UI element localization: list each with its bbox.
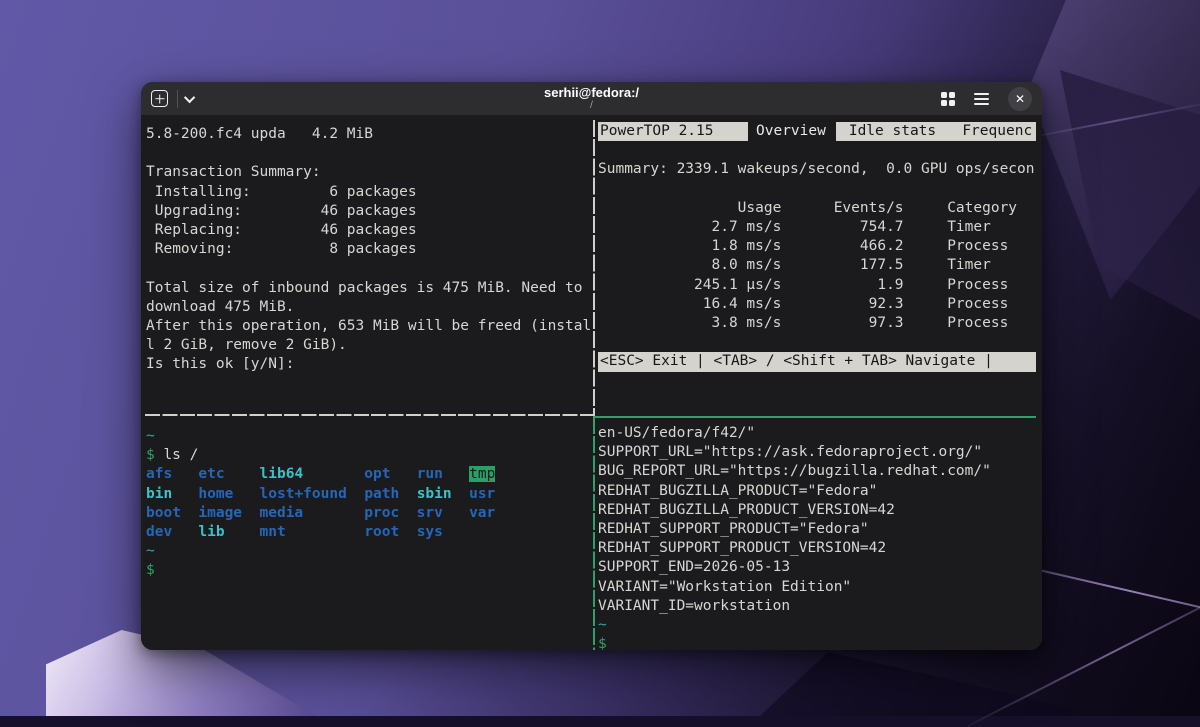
- ls-entry-afs: afs: [146, 466, 172, 482]
- ls-output: afs etc lib64 opt run tmpbin home lost+f…: [146, 465, 592, 542]
- ls-entry-usr: usr: [469, 486, 495, 502]
- terminal-content: 5.8-200.fc4 upda 4.2 MiB Transaction Sum…: [141, 115, 1042, 650]
- headerbar: serhii@fedora:/ / ✕: [141, 82, 1042, 115]
- pane-shell[interactable]: ~ $ls / afs etc lib64 opt run tmpbin hom…: [146, 427, 592, 581]
- new-tab-icon[interactable]: [151, 90, 168, 107]
- chevron-down-icon[interactable]: [184, 91, 195, 102]
- ls-entry-var: var: [469, 505, 495, 521]
- ls-row: afs etc lib64 opt run tmp: [146, 465, 592, 484]
- shell-prompt-line: $: [146, 561, 592, 580]
- ls-entry-boot: boot: [146, 505, 181, 521]
- tab-overview-icon[interactable]: [941, 92, 955, 106]
- ls-entry-root: root: [364, 524, 399, 540]
- powertop-tabbar: PowerTOP 2.15 Overview Idle stats Frequenc: [598, 122, 1036, 141]
- pane-os-release[interactable]: en-US/fedora/f42/" SUPPORT_URL="https://…: [598, 424, 1036, 650]
- ls-entry-etc: etc: [198, 466, 224, 482]
- headerbar-right-controls: ✕: [941, 87, 1032, 111]
- ls-row: bin home lost+found path sbin usr: [146, 485, 592, 504]
- powertop-help-bar: <ESC> Exit | <TAB> / <Shift + TAB> Navig…: [598, 352, 1036, 371]
- ls-row: dev lib mnt root sys: [146, 523, 592, 542]
- tmux-divider-vertical-bottom[interactable]: [593, 417, 595, 650]
- ls-entry-srv: srv: [417, 505, 443, 521]
- ls-entry-sys: sys: [417, 524, 443, 540]
- menu-icon[interactable]: [974, 93, 989, 105]
- tilde-marker: ~: [146, 543, 155, 559]
- shell-prompt: $: [598, 636, 607, 650]
- shell-tilde-line: ~: [146, 427, 592, 446]
- ls-entry-tmp: tmp: [469, 466, 495, 482]
- powertop-summary: Summary: 2339.1 wakeups/second, 0.0 GPU …: [598, 160, 1036, 179]
- ls-entry-image: image: [198, 505, 242, 521]
- terminal-window: serhii@fedora:/ / ✕ 5.8-200.fc4 upda 4.2…: [141, 82, 1042, 650]
- tmux-divider-horizontal-left[interactable]: [145, 414, 593, 416]
- shell-prompt: $: [146, 447, 155, 463]
- shell-prompt-line: $: [598, 635, 1036, 650]
- window-title: serhii@fedora:/: [544, 86, 639, 100]
- tilde-marker: ~: [598, 617, 607, 633]
- pane-powertop[interactable]: PowerTOP 2.15 Overview Idle stats Frequenc…: [598, 122, 1036, 372]
- headerbar-left-controls: [151, 90, 195, 108]
- headerbar-separator: [177, 90, 178, 108]
- window-title-block: serhii@fedora:/ /: [544, 86, 639, 112]
- tmux-divider-horizontal-right[interactable]: [593, 416, 1036, 418]
- ls-entry-lost+found: lost+found: [260, 486, 347, 502]
- powertop-tab-overview[interactable]: Overview: [756, 122, 826, 141]
- shell-command: ls /: [163, 447, 198, 463]
- shell-prompt: $: [146, 562, 155, 578]
- tmux-divider-vertical-top[interactable]: [593, 120, 595, 416]
- shell-tilde-line: ~: [146, 542, 592, 561]
- ls-entry-lib: lib: [198, 524, 224, 540]
- ls-entry-bin: bin: [146, 486, 172, 502]
- powertop-tabs-rest[interactable]: Idle stats Frequenc: [836, 122, 1036, 141]
- pane-dnf[interactable]: 5.8-200.fc4 upda 4.2 MiB Transaction Sum…: [146, 125, 592, 375]
- shell-command-line: $ ls /: [146, 446, 592, 465]
- ls-entry-dev: dev: [146, 524, 172, 540]
- ls-entry-mnt: mnt: [260, 524, 286, 540]
- tilde-marker: ~: [146, 428, 155, 444]
- ls-entry-path: path: [364, 486, 399, 502]
- ls-entry-home: home: [198, 486, 233, 502]
- ls-entry-run: run: [417, 466, 443, 482]
- dnf-output: 5.8-200.fc4 upda 4.2 MiB Transaction Sum…: [146, 125, 592, 375]
- close-icon[interactable]: ✕: [1008, 87, 1032, 111]
- ls-row: boot image media proc srv var: [146, 504, 592, 523]
- ls-entry-proc: proc: [364, 505, 399, 521]
- ls-entry-media: media: [260, 505, 304, 521]
- powertop-table: Usage Events/s Category 2.7 ms/s 754.7 T…: [598, 199, 1036, 333]
- window-subtitle: /: [544, 100, 639, 112]
- ls-entry-sbin: sbin: [417, 486, 452, 502]
- shell-tilde-line: ~: [598, 616, 1036, 635]
- ls-entry-opt: opt: [364, 466, 390, 482]
- ls-entry-lib64: lib64: [260, 466, 304, 482]
- os-release-output: en-US/fedora/f42/" SUPPORT_URL="https://…: [598, 424, 1036, 616]
- powertop-app-title: PowerTOP 2.15: [598, 122, 748, 141]
